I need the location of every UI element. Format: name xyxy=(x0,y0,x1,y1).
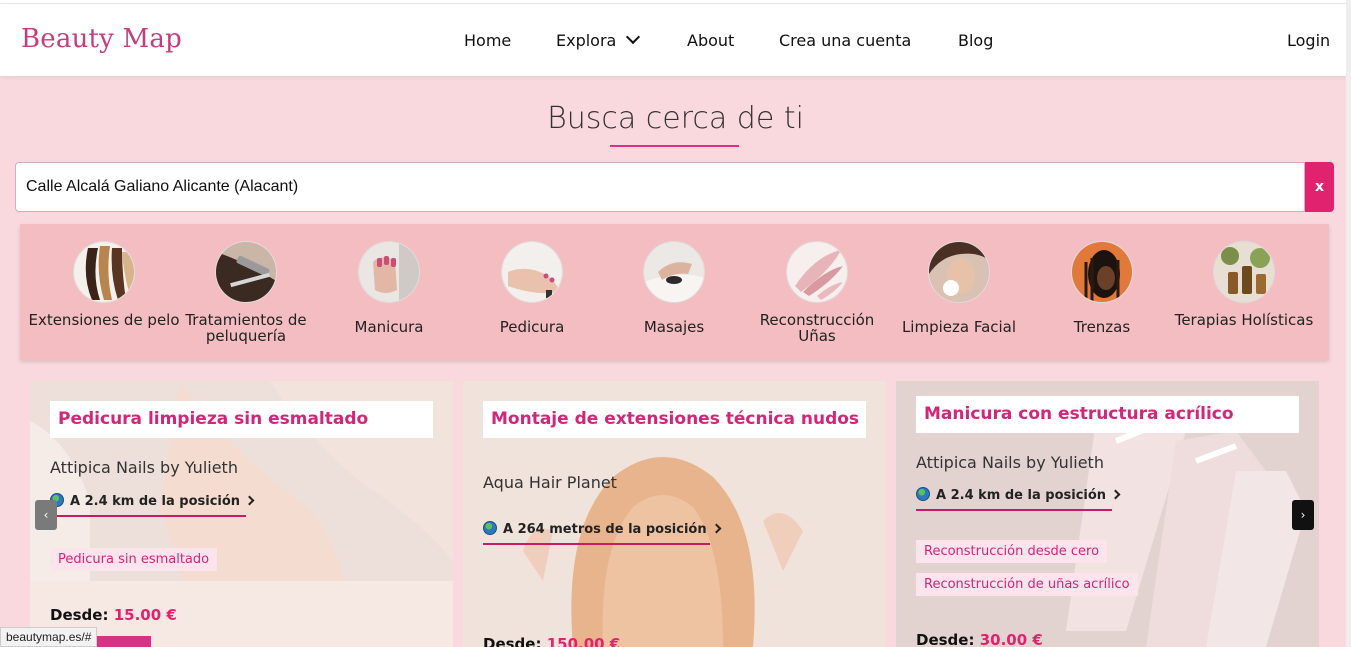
price-value: 150.00 € xyxy=(546,635,621,647)
service-card[interactable]: Manicura con estructura acrílico Attipic… xyxy=(896,381,1319,647)
card-title[interactable]: Manicura con estructura acrílico xyxy=(916,396,1299,433)
category-manicura[interactable]: Manicura xyxy=(318,224,460,360)
carousel-next-button[interactable]: › xyxy=(1292,500,1314,530)
category-label: Extensiones de pelo xyxy=(28,311,180,329)
pedicure-icon xyxy=(501,241,563,303)
site-header: Beauty Map Home Explora About Crea una c… xyxy=(0,4,1351,76)
distance-label: A 2.4 km de la posición xyxy=(936,488,1107,503)
nav-explora[interactable]: Explora xyxy=(556,29,641,50)
price-label: Desde: xyxy=(50,606,109,624)
card-shop-name: Attipica Nails by Yulieth xyxy=(50,458,238,477)
category-reconstruccion-unas[interactable]: Reconstrucción Uñas xyxy=(746,224,888,360)
hair-treatment-icon xyxy=(215,241,277,303)
card-distance[interactable]: A 2.4 km de la posición xyxy=(50,493,255,517)
service-card[interactable]: Pedicura limpieza sin esmaltado Attipica… xyxy=(30,381,453,647)
carousel-prev-button[interactable]: ‹ xyxy=(35,500,57,530)
category-extensiones[interactable]: Extensiones de pelo xyxy=(28,224,180,360)
card-tag: Pedicura sin esmaltado xyxy=(50,548,218,571)
search-box xyxy=(15,162,1305,212)
category-pedicura[interactable]: Pedicura xyxy=(461,224,603,360)
category-label: Masajes xyxy=(643,318,705,336)
card-title[interactable]: Montaje de extensiones técnica nudos xyxy=(483,401,866,438)
category-masajes[interactable]: Masajes xyxy=(603,224,745,360)
nav-blog[interactable]: Blog xyxy=(958,31,993,50)
location-search-input[interactable] xyxy=(16,163,1304,211)
price-label: Desde: xyxy=(916,631,975,647)
nav-create-account[interactable]: Crea una cuenta xyxy=(779,31,911,50)
category-limpieza-facial[interactable]: Limpieza Facial xyxy=(888,224,1030,360)
category-label: Terapias Holísticas xyxy=(1174,311,1314,329)
manicure-icon xyxy=(358,241,420,303)
title-underline xyxy=(610,145,739,147)
hair-extensions-icon xyxy=(73,241,135,303)
category-label: Pedicura xyxy=(499,318,565,336)
card-shop-name: Aqua Hair Planet xyxy=(483,473,617,492)
chevron-down-icon xyxy=(626,29,641,45)
nav-about[interactable]: About xyxy=(687,31,734,50)
card-distance[interactable]: A 264 metros de la posición xyxy=(483,521,722,545)
card-price: Desde: 30.00 € xyxy=(916,631,1043,647)
category-label: Reconstrucción Uñas xyxy=(759,311,875,345)
login-link[interactable]: Login xyxy=(1287,31,1330,50)
globe-icon xyxy=(916,487,930,501)
facial-cleaning-icon xyxy=(928,241,990,303)
category-label: Manicura xyxy=(354,318,424,336)
card-shop-name: Attipica Nails by Yulieth xyxy=(916,453,1104,472)
nav-home[interactable]: Home xyxy=(464,31,511,50)
category-terapias-holisticas[interactable]: Terapias Holísticas xyxy=(1173,224,1315,360)
nail-reconstruction-icon xyxy=(786,241,848,303)
page-scrollbar[interactable] xyxy=(1346,0,1351,647)
price-label: Desde: xyxy=(483,635,542,647)
card-distance[interactable]: A 2.4 km de la posición xyxy=(916,487,1121,511)
price-value: 30.00 € xyxy=(979,631,1043,647)
nav-explora-label: Explora xyxy=(556,31,617,50)
category-label: Limpieza Facial xyxy=(901,318,1017,336)
category-trenzas[interactable]: Trenzas xyxy=(1031,224,1173,360)
service-card[interactable]: Montaje de extensiones técnica nudos Aqu… xyxy=(463,381,886,647)
search-title: Busca cerca de ti xyxy=(547,101,804,136)
card-price: Desde: 150.00 € xyxy=(483,635,620,647)
holistic-therapy-icon xyxy=(1213,241,1275,303)
distance-label: A 264 metros de la posición xyxy=(503,522,707,537)
category-tratamientos[interactable]: Tratamientos de peluquería xyxy=(175,224,317,360)
category-label: Trenzas xyxy=(1073,318,1131,336)
category-label: Tratamientos de peluquería xyxy=(185,311,307,345)
card-tag: Reconstrucción desde cero xyxy=(916,540,1108,563)
clear-search-button[interactable]: x xyxy=(1305,162,1334,212)
main-nav: Home Explora About Crea una cuenta Blog … xyxy=(0,4,1351,76)
braids-icon xyxy=(1071,241,1133,303)
card-price: Desde: 15.00 € xyxy=(50,606,177,624)
card-title[interactable]: Pedicura limpieza sin esmaltado xyxy=(50,401,433,438)
browser-status-bar: beautymap.es/# xyxy=(0,627,98,647)
card-action-button[interactable] xyxy=(93,636,151,647)
distance-label: A 2.4 km de la posición xyxy=(70,494,241,509)
card-tag: Reconstrucción de uñas acrílico xyxy=(916,573,1138,596)
massage-icon xyxy=(643,241,705,303)
price-value: 15.00 € xyxy=(113,606,177,624)
globe-icon xyxy=(483,521,497,535)
category-bar: Extensiones de pelo Tratamientos de pelu… xyxy=(20,224,1329,360)
